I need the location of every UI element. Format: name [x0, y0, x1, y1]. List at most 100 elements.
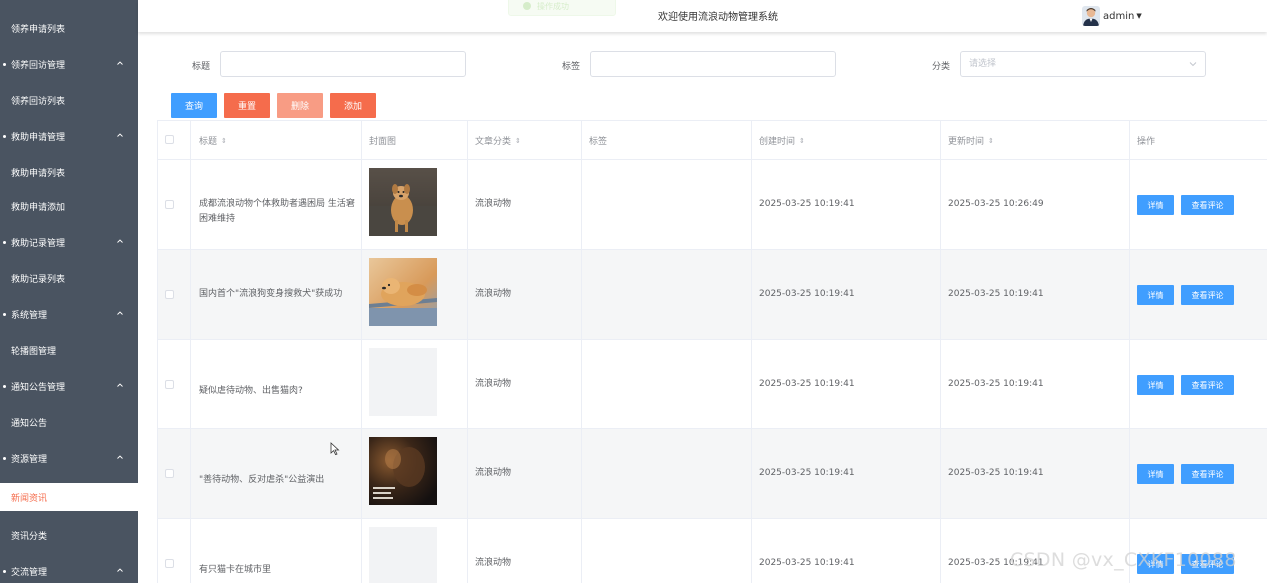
- news-table: 成都流浪动物个体救助者遇困局 生活窘困难维持 流浪动物 2025-03-25 10:…: [157, 120, 1267, 583]
- sidebar-item[interactable]: 救助申请管理: [0, 122, 138, 150]
- sidebar: 领养申请列表 领养回访管理 领养回访列表 救助申请管理 救助申请列表 救助申请添加 救助记录…: [0, 0, 138, 583]
- row-title: 疑似虐待动物、出售猫肉?: [199, 386, 303, 396]
- sidebar-item-label: 领养申请列表: [11, 24, 66, 35]
- cover-image: [369, 258, 437, 326]
- chevron-up-icon: [117, 239, 123, 243]
- view-comments-button[interactable]: 查看评论: [1181, 285, 1234, 305]
- detail-button[interactable]: 详情: [1137, 464, 1174, 484]
- sidebar-item-label: 领养回访列表: [11, 96, 66, 107]
- col-header-tags: 标签: [589, 137, 608, 147]
- cover-image: [369, 437, 437, 505]
- sidebar-item[interactable]: 领养申请列表: [0, 14, 138, 42]
- sidebar-item[interactable]: 新闻资讯: [0, 483, 138, 511]
- row-category: 流浪动物: [475, 289, 512, 299]
- title-filter-input[interactable]: [220, 51, 466, 77]
- chevron-up-icon: [117, 568, 123, 572]
- row-created-time: 2025-03-25 10:19:41: [759, 379, 855, 389]
- bullet-icon: [3, 312, 6, 316]
- row-updated-time: 2025-03-25 10:19:41: [948, 468, 1044, 478]
- sidebar-item[interactable]: 救助记录列表: [0, 264, 138, 292]
- bullet-icon: [3, 569, 6, 573]
- sidebar-item-label: 救助申请列表: [11, 168, 66, 179]
- table-row: 疑似虐待动物、出售猫肉? 流浪动物 2025-03-25 10:19:41 2025-…: [157, 340, 1267, 430]
- chevron-up-icon: [117, 61, 123, 65]
- cover-image: [369, 168, 437, 236]
- sidebar-item[interactable]: 领养回访管理: [0, 50, 138, 78]
- row-checkbox[interactable]: [165, 469, 174, 478]
- row-category: 流浪动物: [475, 558, 512, 568]
- username: admin: [1103, 10, 1135, 22]
- sidebar-item[interactable]: 救助记录管理: [0, 228, 138, 256]
- cover-image: [369, 527, 437, 583]
- sidebar-item-label: 新闻资讯: [11, 493, 48, 504]
- watermark: CSDN @vx_CXKF10088: [1010, 549, 1237, 571]
- bullet-icon: [3, 62, 6, 66]
- row-updated-time: 2025-03-25 10:19:41: [948, 379, 1044, 389]
- view-comments-button[interactable]: 查看评论: [1181, 195, 1234, 215]
- sidebar-item[interactable]: 通知公告管理: [0, 372, 138, 400]
- detail-button[interactable]: 详情: [1137, 375, 1174, 395]
- sidebar-item[interactable]: 领养回访列表: [0, 86, 138, 114]
- sidebar-item[interactable]: 通知公告: [0, 408, 138, 436]
- sort-icon: ⇕: [799, 137, 805, 145]
- select-all-checkbox[interactable]: [165, 135, 174, 144]
- chevron-up-icon: [117, 383, 123, 387]
- sidebar-item[interactable]: 系统管理: [0, 300, 138, 328]
- bullet-icon: [3, 456, 6, 460]
- col-header-title[interactable]: 标题 ⇕: [199, 134, 227, 147]
- category-filter-label: 分类: [932, 62, 951, 72]
- user-menu[interactable]: admin ▼: [1082, 5, 1142, 27]
- col-header-cover: 封面图: [369, 137, 397, 147]
- row-category: 流浪动物: [475, 199, 512, 209]
- row-checkbox[interactable]: [165, 559, 174, 568]
- sidebar-item-label: 救助记录管理: [11, 238, 66, 249]
- delete-button[interactable]: 删除: [277, 93, 323, 118]
- row-title: 有只猫卡在城市里: [199, 565, 272, 575]
- sidebar-item[interactable]: 交流管理: [0, 557, 138, 583]
- bullet-icon: [3, 134, 6, 138]
- table-row: "善待动物、反对虐杀"公益演出 流浪动物 2025-03-25 10:19:41 20…: [157, 429, 1267, 519]
- view-comments-button[interactable]: 查看评论: [1181, 375, 1234, 395]
- row-checkbox[interactable]: [165, 380, 174, 389]
- sidebar-item-label: 交流管理: [11, 567, 48, 578]
- sidebar-item-label: 通知公告: [11, 418, 48, 429]
- sidebar-item-label: 系统管理: [11, 310, 48, 321]
- caret-down-icon: ▼: [1136, 12, 1142, 20]
- detail-button[interactable]: 详情: [1137, 195, 1174, 215]
- success-icon: [523, 2, 531, 10]
- row-created-time: 2025-03-25 10:19:41: [759, 558, 855, 568]
- success-toast: 操作成功: [508, 0, 616, 16]
- top-header: 操作成功 欢迎使用流浪动物管理系统 admin ▼: [138, 0, 1267, 32]
- col-header-updated[interactable]: 更新时间 ⇕: [948, 134, 994, 147]
- sidebar-item[interactable]: 轮播图管理: [0, 336, 138, 364]
- sidebar-item[interactable]: 救助申请添加: [0, 192, 138, 220]
- tag-filter-label: 标签: [562, 62, 581, 72]
- sidebar-item-label: 资讯分类: [11, 531, 48, 542]
- detail-button[interactable]: 详情: [1137, 285, 1174, 305]
- table-row: 成都流浪动物个体救助者遇困局 生活窘困难维持 流浪动物 2025-03-25 10:…: [157, 160, 1267, 250]
- sidebar-item-label: 领养回访管理: [11, 60, 66, 71]
- row-checkbox[interactable]: [165, 290, 174, 299]
- reset-button[interactable]: 重置: [224, 93, 270, 118]
- site-title: 欢迎使用流浪动物管理系统: [658, 12, 778, 23]
- sidebar-item[interactable]: 资源管理: [0, 444, 138, 472]
- sidebar-item[interactable]: 救助申请列表: [0, 158, 138, 186]
- category-select[interactable]: [960, 51, 1206, 77]
- avatar: [1082, 6, 1100, 26]
- chevron-up-icon: [117, 311, 123, 315]
- row-title: 国内首个"流浪狗变身搜救犬"获成功: [199, 289, 343, 299]
- bullet-icon: [3, 240, 6, 244]
- row-created-time: 2025-03-25 10:19:41: [759, 199, 855, 209]
- row-category: 流浪动物: [475, 468, 512, 478]
- sidebar-item[interactable]: 资讯分类: [0, 521, 138, 549]
- col-header-category[interactable]: 文章分类 ⇕: [475, 134, 521, 147]
- tag-filter-input[interactable]: [590, 51, 836, 77]
- view-comments-button[interactable]: 查看评论: [1181, 464, 1234, 484]
- query-button[interactable]: 查询: [171, 93, 217, 118]
- row-category: 流浪动物: [475, 379, 512, 389]
- add-button[interactable]: 添加: [330, 93, 376, 118]
- chevron-up-icon: [117, 455, 123, 459]
- row-checkbox[interactable]: [165, 200, 174, 209]
- sort-icon: ⇕: [221, 137, 227, 145]
- col-header-created[interactable]: 创建时间 ⇕: [759, 134, 805, 147]
